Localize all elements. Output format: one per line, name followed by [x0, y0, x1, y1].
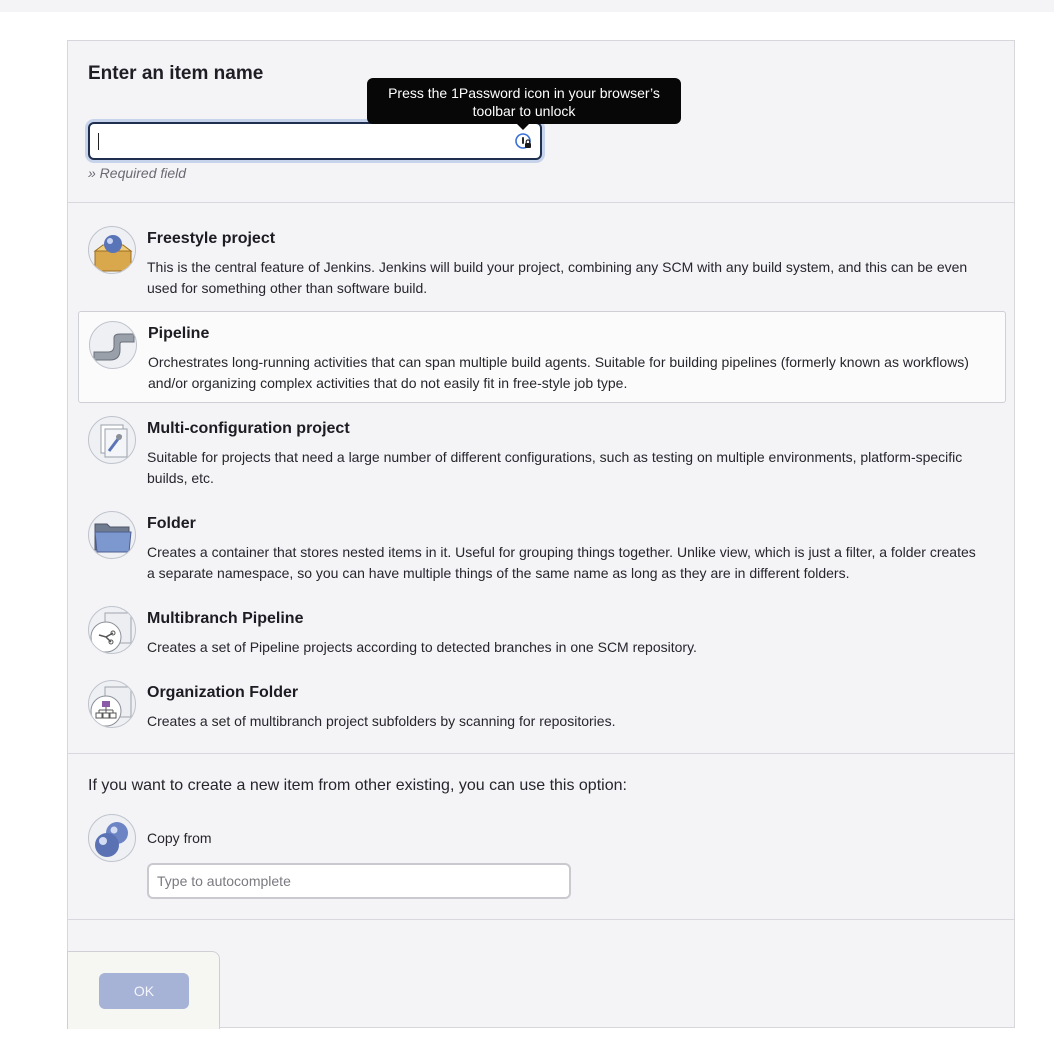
required-field-hint: » Required field [88, 165, 187, 181]
onepassword-lock-icon[interactable] [515, 133, 532, 150]
item-type-label: Organization Folder [147, 684, 299, 701]
item-type-multibranch-pipeline[interactable]: Multibranch Pipeline Creates a set of Pi… [78, 596, 1006, 660]
item-type-description: This is the central feature of Jenkins. … [147, 259, 968, 296]
onepassword-tooltip: Press the 1Password icon in your browser… [367, 78, 681, 130]
section-divider [68, 753, 1014, 754]
item-type-multi-configuration-project[interactable]: Multi-configuration project Suitable for… [78, 406, 1006, 490]
item-type-description: Orchestrates long-running activities tha… [148, 354, 969, 391]
item-type-label: Pipeline [148, 325, 210, 342]
item-name-heading: Enter an item name [88, 63, 264, 84]
folder-icon [88, 511, 136, 559]
item-type-description: Creates a set of Pipeline projects accor… [147, 639, 697, 655]
new-item-panel: Enter an item name Press the 1Password i… [67, 40, 1015, 1029]
multibranch-pipeline-icon [88, 606, 136, 654]
item-type-label: Multi-configuration project [147, 420, 350, 437]
item-type-description: Creates a container that stores nested i… [147, 544, 976, 581]
item-type-organization-folder[interactable]: Organization Folder Creates a set of mul… [78, 670, 1006, 734]
multi-configuration-icon [88, 416, 136, 464]
copy-from-icon [88, 814, 136, 862]
item-name-input[interactable] [88, 122, 542, 160]
item-type-label: Freestyle project [147, 230, 276, 247]
item-type-label: Multibranch Pipeline [147, 610, 304, 627]
section-divider [68, 919, 1014, 920]
item-type-description: Creates a set of multibranch project sub… [147, 713, 616, 729]
copy-from-label: Copy from [147, 830, 212, 846]
item-type-pipeline[interactable]: Pipeline Orchestrates long-running activ… [78, 311, 1006, 403]
text-caret [98, 133, 99, 150]
pipeline-icon [89, 321, 137, 369]
ok-button[interactable]: OK [99, 973, 189, 1009]
copy-from-intro: If you want to create a new item from ot… [88, 777, 627, 794]
item-type-freestyle-project[interactable]: Freestyle project This is the central fe… [78, 216, 1006, 300]
section-divider [68, 202, 1014, 203]
form-actions-bar: OK [67, 951, 220, 1029]
item-type-description: Suitable for projects that need a large … [147, 449, 963, 486]
item-type-folder[interactable]: Folder Creates a container that stores n… [78, 501, 1006, 585]
freestyle-project-icon [88, 226, 136, 274]
top-bar [0, 0, 1054, 12]
item-type-label: Folder [147, 515, 196, 532]
organization-folder-icon [88, 680, 136, 728]
copy-from-input[interactable] [147, 863, 571, 899]
